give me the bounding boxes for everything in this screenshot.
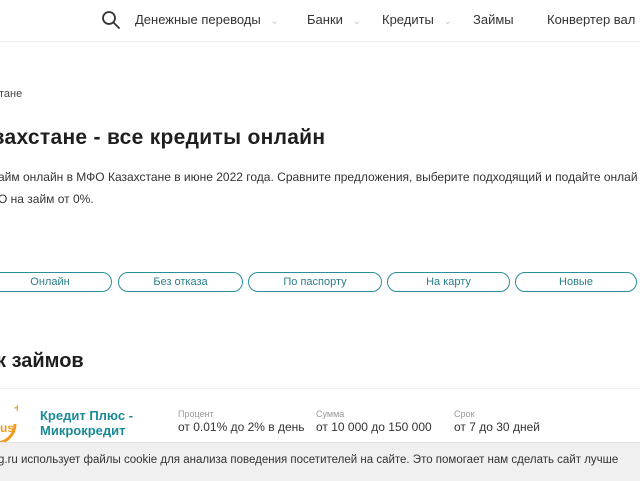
breadcrumb[interactable]: тане bbox=[0, 88, 22, 100]
offer-amount-value: от 10 000 до 150 000 bbox=[316, 420, 432, 434]
offer-term-value: от 7 до 30 дней bbox=[454, 420, 540, 434]
nav-item-label: Конвертер вал bbox=[547, 12, 636, 27]
nav-item-label: Кредиты bbox=[382, 12, 434, 27]
offer-amount-label: Сумма bbox=[316, 409, 345, 419]
nav-item-currency-converter[interactable]: Конвертер вал bbox=[547, 12, 635, 27]
intro-line: айм онлайн в МФО Казахстане в июне 2022 … bbox=[0, 170, 638, 184]
nav-item-label: Займы bbox=[473, 12, 514, 27]
nav-item-banks[interactable]: Банки ⌄ bbox=[307, 12, 361, 27]
filter-chip-by-passport[interactable]: По паспорту bbox=[248, 272, 382, 292]
nav-item-credits[interactable]: Кредиты ⌄ bbox=[382, 12, 452, 27]
lender-logo: + us bbox=[0, 401, 21, 446]
filter-chip-no-refusal[interactable]: Без отказа bbox=[118, 272, 243, 292]
filter-chip-new[interactable]: Новые bbox=[515, 272, 637, 292]
lender-name-line: Микрокредит bbox=[40, 423, 126, 438]
filter-chips: Онлайн Без отказа По паспорту На карту Н… bbox=[0, 272, 640, 294]
card-divider bbox=[0, 388, 640, 389]
cookie-banner-text: g.ru использует файлы cookie для анализа… bbox=[0, 454, 619, 466]
chevron-down-icon: ⌄ bbox=[352, 16, 361, 27]
cookie-banner: g.ru использует файлы cookie для анализа… bbox=[0, 442, 640, 481]
intro-text: айм онлайн в МФО Казахстане в июне 2022 … bbox=[0, 166, 638, 210]
filter-chip-to-card[interactable]: На карту bbox=[387, 272, 510, 292]
chevron-down-icon: ⌄ bbox=[270, 16, 279, 27]
section-title: к займов bbox=[0, 350, 84, 372]
offer-rate-label: Процент bbox=[178, 409, 214, 419]
offer-term-label: Срок bbox=[454, 409, 475, 419]
logo-text: us bbox=[0, 421, 14, 435]
nav-item-label: Денежные переводы bbox=[135, 12, 261, 27]
nav-item-loans[interactable]: Займы bbox=[473, 12, 514, 27]
nav-item-money-transfers[interactable]: Денежные переводы ⌄ bbox=[135, 12, 279, 27]
lender-name[interactable]: Кредит Плюс - Микрокредит bbox=[40, 408, 160, 438]
chevron-down-icon: ⌄ bbox=[443, 16, 452, 27]
svg-text:+: + bbox=[14, 402, 18, 415]
offer-term: Срок от 7 до 30 дней bbox=[454, 409, 540, 434]
page-title: захстане - все кредиты онлайн bbox=[0, 126, 326, 149]
nav-item-label: Банки bbox=[307, 12, 343, 27]
offer-rate: Процент от 0.01% до 2% в день bbox=[178, 409, 305, 434]
offer-amount: Сумма от 10 000 до 150 000 bbox=[316, 409, 432, 434]
search-icon[interactable] bbox=[101, 10, 121, 30]
header-divider bbox=[0, 41, 640, 42]
intro-line: О на займ от 0%. bbox=[0, 192, 94, 206]
filter-chip-online[interactable]: Онлайн bbox=[0, 272, 112, 292]
top-nav-bar: Денежные переводы ⌄ Банки ⌄ Кредиты ⌄ За… bbox=[0, 0, 640, 40]
lender-name-line: Кредит Плюс - bbox=[40, 408, 134, 423]
offer-rate-value: от 0.01% до 2% в день bbox=[178, 420, 305, 434]
